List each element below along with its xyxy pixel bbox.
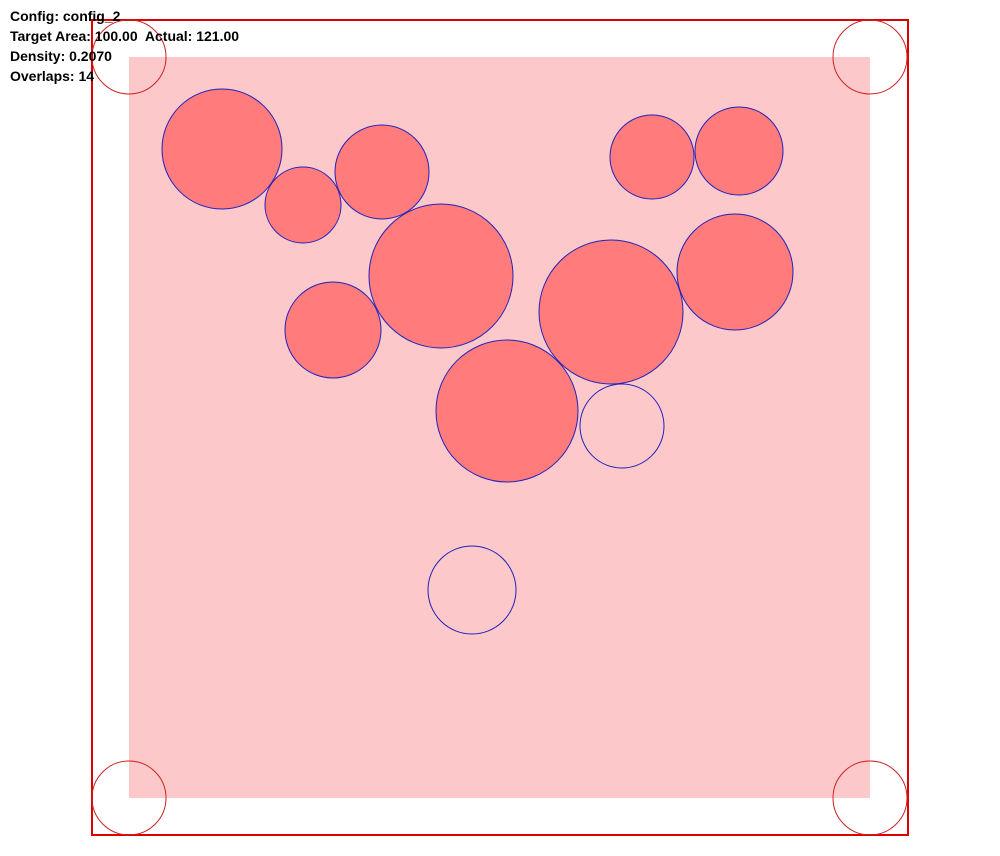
circle-2 bbox=[264, 166, 342, 244]
config-label: Config: config_2 bbox=[10, 8, 121, 24]
circle-8 bbox=[609, 114, 695, 200]
density-label: Density: 0.2070 bbox=[10, 48, 112, 64]
circle-7 bbox=[538, 239, 684, 385]
info-panel: Config: config_2 Target Area: 100.00 Act… bbox=[10, 6, 239, 86]
circle-4 bbox=[368, 203, 514, 349]
circle-9 bbox=[694, 106, 784, 196]
circle-1 bbox=[161, 88, 283, 210]
circle-3 bbox=[334, 124, 430, 220]
circle-5 bbox=[284, 281, 382, 379]
area-label: Target Area: 100.00 Actual: 121.00 bbox=[10, 28, 240, 44]
circle-6 bbox=[435, 339, 579, 483]
overlaps-label: Overlaps: 14 bbox=[10, 68, 95, 84]
packing-canvas bbox=[91, 19, 909, 836]
circle-10 bbox=[676, 213, 794, 331]
